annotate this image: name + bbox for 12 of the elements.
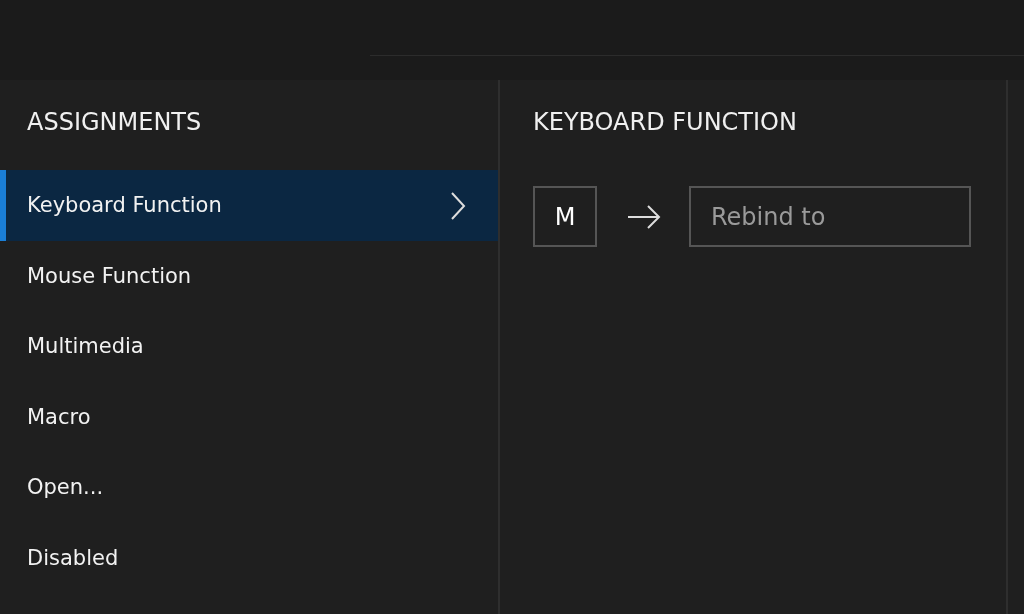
- assignment-item[interactable]: Open...: [0, 452, 498, 523]
- assignment-item[interactable]: Macro: [0, 381, 498, 452]
- assignment-item[interactable]: Disabled: [0, 522, 498, 593]
- section-title: KEYBOARD FUNCTION: [533, 107, 798, 138]
- assignment-item[interactable]: Multimedia: [0, 311, 498, 382]
- assignment-item[interactable]: Keyboard Function: [0, 170, 498, 241]
- section-title: ASSIGNMENTS: [26, 107, 203, 138]
- arrow-right-icon: [627, 204, 661, 229]
- rebind-field[interactable]: Rebind to: [689, 186, 971, 247]
- key-box[interactable]: M: [533, 186, 597, 247]
- assignment-item[interactable]: Mouse Function: [0, 240, 498, 311]
- chevron-right-icon: [450, 192, 466, 220]
